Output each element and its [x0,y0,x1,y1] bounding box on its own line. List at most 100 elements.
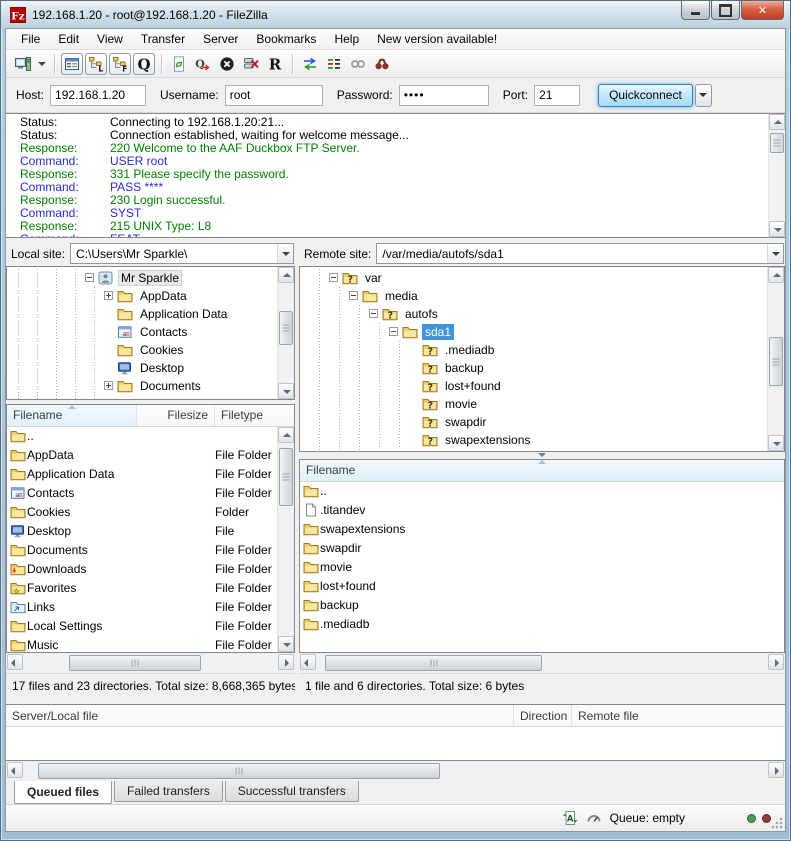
menu-edit[interactable]: Edit [49,30,88,48]
scroll-up-button[interactable] [278,267,294,283]
remote-tree-item-dvd[interactable]: ?dvd [300,449,767,451]
password-input[interactable] [399,85,489,106]
quickconnect-button[interactable]: Quickconnect [598,84,693,107]
menu-bookmarks[interactable]: Bookmarks [247,30,325,48]
toggle-local-tree-icon[interactable]: L [85,53,107,75]
column-header-filetype[interactable]: Filetype [215,405,294,426]
local-tree-item-documents[interactable]: Documents [7,377,277,395]
remote-file-row-swapextensions[interactable]: swapextensions [300,520,784,539]
local-file-row-downloads[interactable]: DownloadsFile Folder [7,560,277,579]
scroll-up-button[interactable] [768,267,784,283]
scroll-right-button[interactable] [768,762,784,778]
menu-server[interactable]: Server [194,30,247,48]
remote-file-row-[interactable]: .. [300,482,784,501]
queue-splitter[interactable] [6,698,785,705]
menu-help[interactable]: Help [325,30,368,48]
scroll-down-button[interactable] [278,636,294,652]
scroll-down-button[interactable] [768,435,784,451]
combo-dropdown-icon[interactable] [767,244,783,263]
port-input[interactable] [534,85,580,106]
scroll-up-button[interactable] [769,114,785,130]
remote-tree-item-mediadb[interactable]: ?.mediadb [300,341,767,359]
scrollbar-thumb[interactable] [769,337,783,386]
remote-file-row-mediadb[interactable]: .mediadb [300,615,784,634]
local-tree-item-appdata[interactable]: AppData [7,287,277,305]
remote-tree-item-sda1[interactable]: sda1 [300,323,767,341]
scroll-up-button[interactable] [278,427,294,443]
menu-new-version-available[interactable]: New version available! [368,30,506,48]
tree-expander-minus-icon[interactable] [329,273,338,282]
toggle-queue-icon[interactable]: Q [133,53,155,75]
local-horizontal-scrollbar[interactable] [7,654,294,672]
column-header-remote-file[interactable]: Remote file [572,705,785,726]
local-file-row-cookies[interactable]: CookiesFolder [7,503,277,522]
queue-horizontal-scrollbar[interactable] [7,762,784,780]
column-header-direction[interactable]: Direction [514,705,572,726]
remote-tree-item-swapextensions[interactable]: ?swapextensions [300,431,767,449]
remote-list-collapse-arrow[interactable] [299,452,785,459]
log-scrollbar[interactable] [768,114,785,237]
menu-view[interactable]: View [88,30,132,48]
scrollbar-thumb[interactable] [770,133,784,153]
local-file-row-links[interactable]: LinksFile Folder [7,598,277,617]
tab-successful-transfers[interactable]: Successful transfers [225,781,359,802]
scrollbar-thumb[interactable] [325,655,542,671]
scroll-right-button[interactable] [278,654,294,670]
column-header-filename[interactable]: Filename [300,460,784,481]
local-file-row-contacts[interactable]: aContactsFile Folder [7,484,277,503]
scrollbar-thumb[interactable] [279,311,293,345]
local-file-row-desktop[interactable]: DesktopFile [7,522,277,541]
maximize-button[interactable] [711,1,740,20]
tab-failed-transfers[interactable]: Failed transfers [114,781,223,802]
remote-tree-item-autofs[interactable]: ?autofs [300,305,767,323]
reconnect-icon[interactable]: R [264,53,286,75]
scroll-left-button[interactable] [7,654,23,670]
disconnect-icon[interactable] [240,53,262,75]
column-header-filename[interactable]: Filename [7,405,137,426]
site-manager-dropdown-icon[interactable] [36,53,48,75]
tree-expander-minus-icon[interactable] [369,309,378,318]
compare-directories-icon[interactable] [299,53,321,75]
scroll-down-button[interactable] [769,221,785,237]
minimize-button[interactable] [681,1,710,20]
scrollbar-thumb[interactable] [279,448,293,506]
local-site-path[interactable]: C:\Users\Mr Sparkle\ [71,247,277,261]
title-bar[interactable]: Fz 192.168.1.20 - root@192.168.1.20 - Fi… [1,1,790,28]
menu-transfer[interactable]: Transfer [132,30,194,48]
scroll-right-button[interactable] [768,654,784,670]
local-tree-scrollbar[interactable] [277,267,294,399]
remote-file-row-swapdir[interactable]: swapdir [300,539,784,558]
toggle-message-log-icon[interactable] [61,53,83,75]
resize-grip[interactable] [771,817,783,829]
local-file-row-favorites[interactable]: FavoritesFile Folder [7,579,277,598]
local-file-row-music[interactable]: MusicFile Folder [7,636,277,652]
local-list-scrollbar[interactable] [277,427,294,652]
close-button[interactable] [741,1,784,20]
remote-site-path[interactable]: /var/media/autofs/sda1 [377,247,767,261]
local-file-row-documents[interactable]: DocumentsFile Folder [7,541,277,560]
scroll-left-button[interactable] [7,762,23,778]
combo-dropdown-icon[interactable] [277,244,293,263]
column-header-filesize[interactable]: Filesize [137,405,215,426]
host-input[interactable] [50,85,146,106]
process-queue-icon[interactable]: Q [192,53,214,75]
remote-tree-item-var[interactable]: ?var [300,269,767,287]
menu-file[interactable]: File [12,30,49,48]
remote-tree-item-backup[interactable]: ?backup [300,359,767,377]
tree-expander-plus-icon[interactable] [104,291,113,300]
remote-file-row-titandev[interactable]: .titandev [300,501,784,520]
transfer-type-indicator-icon[interactable]: A [562,810,578,826]
scrollbar-thumb[interactable] [69,655,202,671]
remote-horizontal-scrollbar[interactable] [300,654,784,672]
remote-tree-item-lost-found[interactable]: ?lost+found [300,377,767,395]
remote-tree-scrollbar[interactable] [767,267,784,451]
tree-expander-minus-icon[interactable] [389,327,398,336]
remote-file-row-lost-found[interactable]: lost+found [300,577,784,596]
site-manager-icon[interactable] [12,53,34,75]
local-tree-item-mr-sparkle[interactable]: Mr Sparkle [7,269,277,287]
quickconnect-dropdown[interactable] [695,84,712,107]
local-tree-item-desktop[interactable]: Desktop [7,359,277,377]
speed-limit-gauge-icon[interactable] [586,810,602,826]
remote-file-row-backup[interactable]: backup [300,596,784,615]
local-tree-item-downloads[interactable]: Downloads [7,395,277,399]
